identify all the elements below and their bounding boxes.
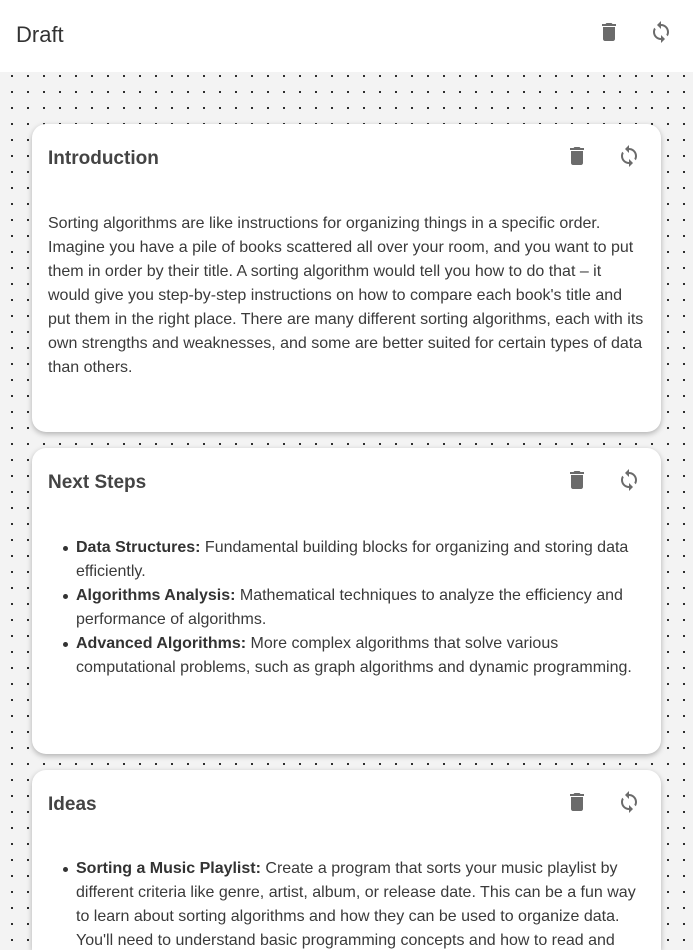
list-item: Algorithms Analysis: Mathematical techni… (63, 584, 645, 632)
card-list-container: Sorting a Music Playlist: Create a progr… (48, 857, 645, 950)
refresh-icon[interactable] (649, 20, 673, 44)
list-item: Data Structures: Fundamental building bl… (63, 536, 645, 584)
list-item-term: Algorithms Analysis: (76, 587, 236, 604)
bullet-list: Data Structures: Fundamental building bl… (48, 536, 645, 680)
top-bar: Draft (0, 0, 693, 72)
card-title: Next Steps (48, 472, 147, 493)
refresh-icon[interactable] (617, 468, 641, 492)
card-title: Introduction (48, 148, 159, 169)
list-item: Sorting a Music Playlist: Create a progr… (63, 857, 645, 950)
card-ideas: Ideas Sorting a Music Playlist: Create a… (32, 770, 661, 950)
list-item: Advanced Algorithms: More complex algori… (63, 632, 645, 680)
list-item-term: Advanced Algorithms: (76, 635, 247, 652)
refresh-icon[interactable] (617, 790, 641, 814)
trash-icon[interactable] (565, 144, 589, 168)
list-item-term: Data Structures: (76, 539, 201, 556)
bullet-list: Sorting a Music Playlist: Create a progr… (48, 857, 645, 950)
card-text: Sorting algorithms are like instructions… (48, 215, 644, 376)
refresh-icon[interactable] (617, 144, 641, 168)
card-introduction: Introduction Sorting algorithms are like… (32, 124, 661, 432)
trash-icon[interactable] (565, 790, 589, 814)
card-list-container: Data Structures: Fundamental building bl… (48, 536, 645, 680)
page-title: Draft (16, 22, 64, 47)
trash-icon[interactable] (565, 468, 589, 492)
card-next-steps: Next Steps Data Structures: Fundamental … (32, 448, 661, 754)
list-item-term: Sorting a Music Playlist: (76, 860, 261, 877)
trash-icon[interactable] (597, 20, 621, 44)
card-title: Ideas (48, 794, 97, 815)
